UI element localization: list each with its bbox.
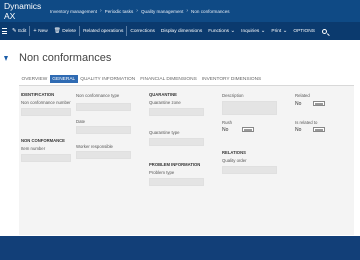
action-bar: ✎ Edit + New 🗑 Delete Related operations… xyxy=(0,22,360,40)
related-operations-button[interactable]: Related operations xyxy=(80,29,126,34)
print-label: Print xyxy=(271,28,282,34)
tab-strip: OVERVIEW GENERAL QUALITY INFORMATION FIN… xyxy=(19,75,264,83)
taskbar xyxy=(0,236,360,260)
description-field[interactable] xyxy=(222,101,277,115)
breadcrumb-item-current[interactable]: Non conformances xyxy=(191,9,230,14)
date-label: Date xyxy=(76,119,86,124)
rush-value: No xyxy=(222,127,229,133)
display-dimensions-button[interactable]: Display dimensions xyxy=(158,29,205,34)
delete-button[interactable]: 🗑 Delete xyxy=(51,28,79,34)
quality-order-label: Quality order xyxy=(222,158,247,163)
section-problem-header: PROBLEM INFORMATION xyxy=(149,162,201,167)
plus-icon: + xyxy=(33,28,37,34)
related-toggle[interactable] xyxy=(313,101,325,106)
rush-label: Rush xyxy=(222,120,233,125)
pencil-icon: ✎ xyxy=(12,28,17,34)
edit-button[interactable]: ✎ Edit xyxy=(9,28,29,34)
rush-toggle[interactable] xyxy=(242,127,254,132)
app-name[interactable]: Dynamics AX xyxy=(0,1,48,21)
tab-inventory-dimensions[interactable]: INVENTORY DIMENSIONS xyxy=(199,75,263,83)
breadcrumb-item-periodic[interactable]: Periodic tasks xyxy=(105,9,134,14)
is-related-to-value: No xyxy=(295,127,302,133)
is-related-to-label: Is related to xyxy=(295,120,318,125)
functions-menu[interactable]: Functions ⌄ xyxy=(205,28,238,34)
page-title: Non conformances xyxy=(19,52,112,64)
new-button[interactable]: + New xyxy=(30,28,50,34)
section-non-conformance-header: NON CONFORMANCE xyxy=(21,138,65,143)
chevron-right-icon: › xyxy=(100,8,102,14)
delete-label: Delete xyxy=(62,28,77,34)
nc-type-field[interactable] xyxy=(76,103,131,111)
functions-label: Functions xyxy=(208,28,230,34)
item-number-label: Item number xyxy=(21,146,46,151)
chevron-down-icon: ⌄ xyxy=(230,28,236,34)
worker-responsible-field[interactable] xyxy=(76,151,131,159)
left-rail xyxy=(0,40,14,236)
corrections-button[interactable]: Corrections xyxy=(127,29,158,34)
nc-number-field[interactable] xyxy=(21,108,71,116)
problem-type-field[interactable] xyxy=(149,178,204,186)
edit-label: Edit xyxy=(18,28,27,34)
quarantine-zone-field[interactable] xyxy=(149,108,204,116)
breadcrumb-item-inventory[interactable]: Inventory management xyxy=(50,9,97,14)
date-field[interactable] xyxy=(76,126,131,134)
item-number-field[interactable] xyxy=(21,154,71,162)
breadcrumb-item-quality[interactable]: Quality management xyxy=(141,9,183,14)
is-related-to-toggle[interactable] xyxy=(313,127,325,132)
related-label: Related xyxy=(295,93,310,98)
chevron-down-icon: ⌄ xyxy=(260,28,266,34)
section-identification-header: IDENTIFICATION xyxy=(21,92,55,97)
quarantine-type-field[interactable] xyxy=(149,138,204,146)
inquiries-label: Inquiries xyxy=(241,28,260,34)
problem-type-label: Problem type xyxy=(149,170,175,175)
print-menu[interactable]: Print ⌄ xyxy=(268,28,290,34)
tab-general[interactable]: GENERAL xyxy=(49,75,78,83)
trash-icon: 🗑 xyxy=(53,28,61,34)
search-icon[interactable] xyxy=(321,28,327,34)
quality-order-field[interactable] xyxy=(222,166,277,174)
hamburger-menu-icon[interactable] xyxy=(0,22,9,40)
tab-quality-information[interactable]: QUALITY INFORMATION xyxy=(78,75,138,83)
filter-icon[interactable] xyxy=(4,56,8,61)
nc-number-label: Non conformance number xyxy=(21,100,71,105)
nc-type-label: Non conformance type xyxy=(76,93,120,98)
chevron-right-icon: › xyxy=(136,8,138,14)
worker-responsible-label: Worker responsible xyxy=(76,144,113,149)
quarantine-type-label: Quarantine type xyxy=(149,130,180,135)
tab-overview[interactable]: OVERVIEW xyxy=(19,75,50,83)
general-panel: IDENTIFICATION Non conformance number NO… xyxy=(19,85,354,235)
inquiries-menu[interactable]: Inquiries ⌄ xyxy=(238,28,268,34)
chevron-down-icon: ⌄ xyxy=(282,28,288,34)
description-label: Description xyxy=(222,93,244,98)
breadcrumb: Inventory management › Periodic tasks › … xyxy=(50,8,230,14)
title-bar: Dynamics AX Inventory management › Perio… xyxy=(0,0,360,22)
new-label: New xyxy=(38,28,48,34)
section-relations-header: RELATIONS xyxy=(222,150,246,155)
related-value: No xyxy=(295,101,302,107)
tab-financial-dimensions[interactable]: FINANCIAL DIMENSIONS xyxy=(138,75,200,83)
quarantine-zone-label: Quarantine zone xyxy=(149,100,181,105)
options-button[interactable]: OPTIONS xyxy=(290,29,318,34)
chevron-right-icon: › xyxy=(186,8,189,14)
section-quarantine-header: QUARANTINE xyxy=(149,92,177,97)
